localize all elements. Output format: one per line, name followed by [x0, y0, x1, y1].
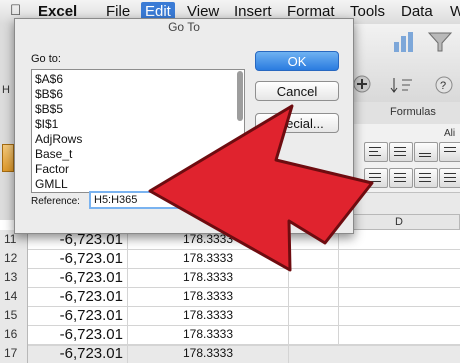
cell-d[interactable] [338, 287, 460, 306]
named-range-list[interactable]: $A$6 $B$6 $B$5 $I$1 AdjRows Base_t Facto… [31, 69, 245, 193]
go-to-dialog: Go To Go to: $A$6 $B$6 $B$5 $I$1 AdjRows… [14, 18, 354, 234]
column-header-d[interactable]: D [338, 214, 460, 230]
cell-d[interactable] [338, 230, 460, 249]
indent-button[interactable] [364, 168, 388, 188]
cell-d[interactable] [338, 249, 460, 268]
alignment-group-label: Ali [444, 128, 456, 139]
cell-b[interactable]: 178.3333 [128, 325, 289, 344]
list-item[interactable]: GMLL [35, 177, 68, 191]
indent-right-button[interactable] [414, 168, 438, 188]
go-to-label: Go to: [31, 53, 61, 65]
wrap-text-button[interactable] [439, 168, 460, 188]
list-item[interactable]: AdjRows [35, 132, 82, 146]
table-row: 17 -6,723.01 178.3333 [0, 344, 460, 363]
row-number[interactable]: 14 [0, 287, 28, 306]
cell-a[interactable]: -6,723.01 [28, 306, 128, 325]
list-item[interactable]: Base_t [35, 147, 72, 161]
spreadsheet-grid: 11 -6,723.01 178.3333 12 -6,723.01 178.3… [0, 220, 460, 363]
align-justify-button[interactable] [439, 142, 460, 162]
align-right-button[interactable] [414, 142, 438, 162]
ribbon-alignment: Ali [340, 124, 460, 193]
tab-formulas[interactable]: Formulas [390, 106, 436, 118]
row-number[interactable]: 16 [0, 325, 28, 344]
menu-window[interactable]: W [450, 3, 460, 20]
ribbon-tabs: Formulas [340, 102, 460, 125]
watermark-how: How [420, 325, 447, 340]
menu-data[interactable]: Data [401, 3, 433, 20]
svg-text:?: ? [440, 80, 446, 92]
list-item[interactable]: $A$6 [35, 72, 63, 86]
chart-icon[interactable] [390, 28, 424, 56]
cell-b[interactable]: 178.3333 [128, 268, 289, 287]
sort-icon[interactable] [390, 76, 414, 94]
list-scrollbar[interactable] [237, 71, 243, 121]
filter-icon[interactable] [426, 30, 456, 54]
cell-d[interactable] [338, 306, 460, 325]
cell-c[interactable] [288, 249, 339, 268]
row-number[interactable]: 17 [0, 344, 28, 363]
table-row: 13 -6,723.01 178.3333 [0, 268, 460, 288]
cell-c[interactable] [288, 325, 339, 344]
table-row: 12 -6,723.01 178.3333 [0, 249, 460, 269]
reference-input[interactable]: H5:H365 [89, 191, 345, 209]
apple-icon[interactable]:  [10, 2, 21, 19]
toolbar: ? [340, 24, 460, 103]
cell-b[interactable]: 178.3333 [128, 306, 289, 325]
cell-a[interactable]: -6,723.01 [28, 287, 128, 306]
table-row: 14 -6,723.01 178.3333 [0, 287, 460, 307]
cell-a[interactable]: -6,723.01 [28, 249, 128, 268]
table-row: 16 -6,723.01 178.3333 [0, 325, 460, 345]
list-item[interactable]: Factor [35, 162, 69, 176]
add-icon[interactable] [352, 74, 372, 94]
cell-b[interactable]: 178.3333 [128, 344, 289, 363]
reference-label: Reference: [31, 196, 80, 207]
cell-c[interactable] [288, 306, 339, 325]
align-center-button[interactable] [389, 142, 413, 162]
row-number[interactable]: 12 [0, 249, 28, 268]
name-box[interactable]: H [2, 84, 10, 96]
list-item[interactable]: $B$5 [35, 102, 63, 116]
dialog-title: Go To [168, 20, 200, 34]
cell-d[interactable] [338, 268, 460, 287]
table-row: 15 -6,723.01 178.3333 [0, 306, 460, 326]
row-number[interactable]: 13 [0, 268, 28, 287]
align-left-button[interactable] [364, 142, 388, 162]
wikihow-watermark: wikiHow [396, 325, 447, 340]
cell-c[interactable] [288, 268, 339, 287]
row-number[interactable]: 15 [0, 306, 28, 325]
cell-b[interactable]: 178.3333 [128, 249, 289, 268]
cell-c[interactable] [288, 287, 339, 306]
name-box-strip: H [0, 24, 15, 224]
watermark-wiki: wiki [396, 325, 421, 340]
ok-button[interactable]: OK [255, 51, 339, 71]
help-icon[interactable]: ? [432, 76, 456, 94]
list-item[interactable]: $B$6 [35, 87, 63, 101]
menu-tools[interactable]: Tools [350, 3, 385, 20]
cancel-button[interactable]: Cancel [255, 81, 339, 101]
special-button[interactable]: Special... [255, 113, 339, 133]
cell-a[interactable]: -6,723.01 [28, 344, 128, 363]
cell-a[interactable]: -6,723.01 [28, 268, 128, 287]
indent-center-button[interactable] [389, 168, 413, 188]
paste-icon[interactable] [2, 144, 14, 172]
list-item[interactable]: $I$1 [35, 117, 58, 131]
cell-b[interactable]: 178.3333 [128, 287, 289, 306]
cell-a[interactable]: -6,723.01 [28, 325, 128, 344]
